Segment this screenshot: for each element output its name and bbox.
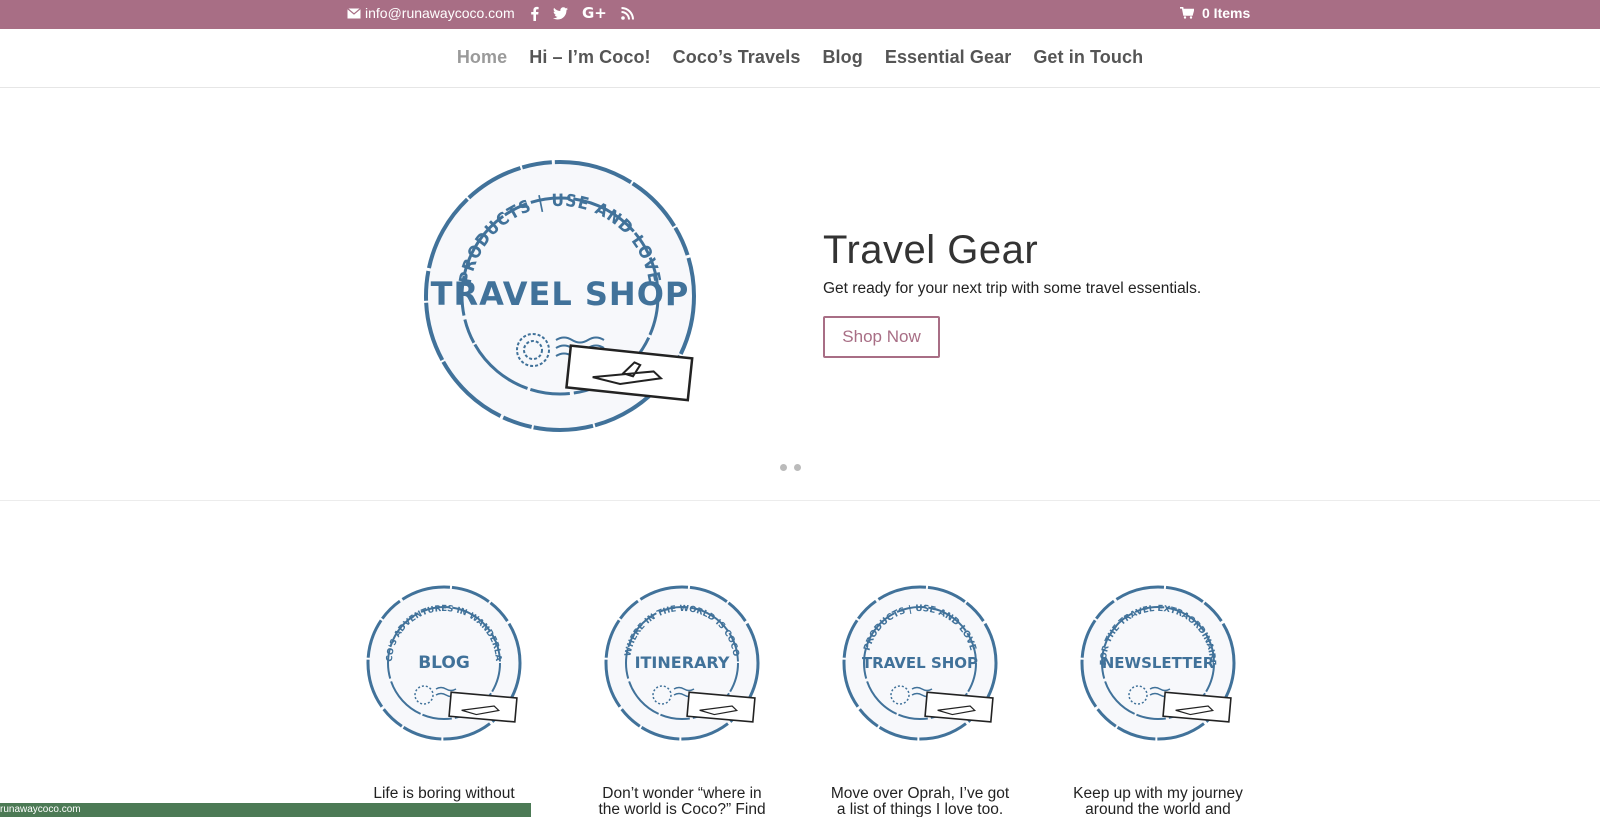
nav-item-travels[interactable]: Coco’s Travels xyxy=(673,47,801,68)
feature-itinerary[interactable]: WHERE IN THE WORLD IS COCO ITINERARY Don… xyxy=(598,583,766,817)
nav-item-essential-gear[interactable]: Essential Gear xyxy=(885,47,1011,68)
email-link[interactable]: info@runawaycoco.com xyxy=(347,5,515,21)
browser-status-bar: runawaycoco.com xyxy=(0,803,531,817)
svg-text:BLOG: BLOG xyxy=(418,653,470,673)
slider-pagination xyxy=(780,464,801,471)
email-text: info@runawaycoco.com xyxy=(365,5,515,21)
stamp-center-text: TRAVEL SHOP xyxy=(431,275,690,313)
top-bar: info@runawaycoco.com G+ 0 Items xyxy=(0,0,1600,29)
svg-text:NEWSLETTER: NEWSLETTER xyxy=(1102,654,1215,672)
slide-dot-2[interactable] xyxy=(794,464,801,471)
feature-itinerary-text: Don’t wonder “where in the world is Coco?… xyxy=(598,785,766,817)
svg-text:TRAVEL SHOP: TRAVEL SHOP xyxy=(862,654,978,672)
twitter-icon[interactable] xyxy=(553,4,568,22)
hero-title: Travel Gear xyxy=(823,228,1039,272)
google-plus-icon[interactable]: G+ xyxy=(582,4,607,22)
travel-shop-stamp: PRODUCTS | USE AND LOVE TRAVEL SHOP xyxy=(424,160,696,432)
slide-dot-1[interactable] xyxy=(780,464,787,471)
shopping-cart-icon xyxy=(1180,7,1194,19)
itinerary-stamp-icon: WHERE IN THE WORLD IS COCO ITINERARY xyxy=(604,585,760,741)
feature-blog[interactable]: COCO'S ADVENTURES IN WANDERLAND BLOG Lif… xyxy=(364,583,524,817)
shop-now-button[interactable]: Shop Now xyxy=(823,316,940,358)
feature-travel-shop-text: Move over Oprah, I’ve got a list of thing… xyxy=(830,785,1010,817)
newsletter-stamp-icon: FOR THE TRAVEL EXTRAORDINAIRE NEWSLETTER xyxy=(1080,585,1236,741)
cart-link[interactable]: 0 Items xyxy=(1180,5,1250,21)
nav-item-home[interactable]: Home xyxy=(457,47,507,68)
nav-item-about[interactable]: Hi – I’m Coco! xyxy=(529,47,650,68)
social-links: G+ xyxy=(530,4,634,22)
feature-newsletter[interactable]: FOR THE TRAVEL EXTRAORDINAIRE NEWSLETTER… xyxy=(1073,583,1243,817)
nav-item-blog[interactable]: Blog xyxy=(822,47,862,68)
main-navigation: Home Hi – I’m Coco! Coco’s Travels Blog … xyxy=(0,29,1600,88)
feature-travel-shop[interactable]: PRODUCTS | USE AND LOVE TRAVEL SHOP Move… xyxy=(831,583,1009,817)
hero-subtitle: Get ready for your next trip with some t… xyxy=(823,280,1202,297)
hero-slider: PRODUCTS | USE AND LOVE TRAVEL SHOP Trav… xyxy=(0,88,1600,501)
facebook-icon[interactable] xyxy=(530,4,539,22)
nav-item-contact[interactable]: Get in Touch xyxy=(1033,47,1143,68)
envelope-icon xyxy=(347,7,361,18)
rss-icon[interactable] xyxy=(621,4,634,22)
cart-count: 0 Items xyxy=(1202,5,1251,21)
blog-stamp-icon: COCO'S ADVENTURES IN WANDERLAND BLOG xyxy=(364,583,522,741)
travel-shop-stamp-icon: PRODUCTS | USE AND LOVE TRAVEL SHOP xyxy=(842,585,998,741)
svg-text:ITINERARY: ITINERARY xyxy=(635,653,730,672)
feature-newsletter-text: Keep up with my journey around the world … xyxy=(1073,785,1243,817)
